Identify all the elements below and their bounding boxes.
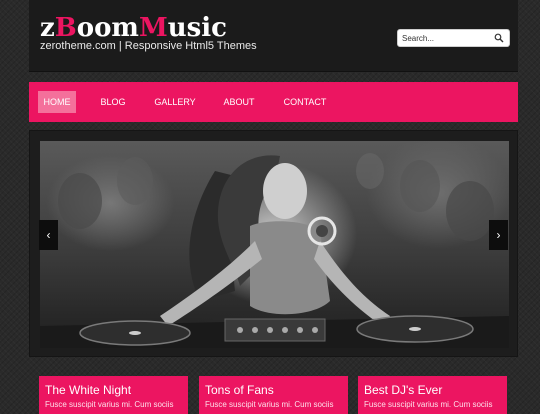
search-input[interactable] xyxy=(402,31,494,45)
image-slider xyxy=(29,130,518,357)
logo-letter-m: M xyxy=(138,13,168,43)
feature-box-title[interactable]: Tons of Fans xyxy=(205,383,342,397)
logo-letter-z: z xyxy=(40,13,55,43)
logo-letter-b: B xyxy=(54,13,77,43)
chevron-left-icon: ‹ xyxy=(46,228,51,242)
feature-box: The White Night Fusce suscipit varius mi… xyxy=(39,376,188,414)
site-header: zBoomMusic zerotheme.com | Responsive Ht… xyxy=(29,0,518,72)
site-logo[interactable]: zBoomMusic xyxy=(40,14,227,42)
nav-item-gallery[interactable]: GALLERY xyxy=(153,91,197,113)
feature-box-text: Fusce suscipit varius mi. Cum sociis xyxy=(205,400,334,409)
slider-next-button[interactable]: › xyxy=(489,220,508,250)
slide-image[interactable] xyxy=(40,141,509,348)
slider-prev-button[interactable]: ‹ xyxy=(39,220,58,250)
search-icon[interactable] xyxy=(494,33,504,43)
feature-box-text: Fusce suscipit varius mi. Cum sociis xyxy=(364,400,493,409)
site-tagline: zerotheme.com | Responsive Html5 Themes xyxy=(40,40,257,52)
feature-box: Tons of Fans Fusce suscipit varius mi. C… xyxy=(199,376,348,414)
logo-text-oom: oom xyxy=(76,13,139,43)
feature-box-text: Fusce suscipit varius mi. Cum sociis xyxy=(45,400,174,409)
feature-box-title[interactable]: Best DJ's Ever xyxy=(364,383,501,397)
nav-item-blog[interactable]: BLOG xyxy=(96,91,130,113)
nav-item-home[interactable]: HOME xyxy=(38,91,76,113)
chevron-right-icon: › xyxy=(496,228,501,242)
search-box xyxy=(397,29,510,47)
logo-text-usic: usic xyxy=(167,13,227,43)
page: zBoomMusic zerotheme.com | Responsive Ht… xyxy=(29,0,518,414)
dj-photo xyxy=(40,153,509,348)
nav-item-contact[interactable]: CONTACT xyxy=(282,91,328,113)
nav-item-about[interactable]: ABOUT xyxy=(222,91,256,113)
main-nav: HOME BLOG GALLERY ABOUT CONTACT xyxy=(29,82,518,122)
feature-box-title[interactable]: The White Night xyxy=(45,383,182,397)
feature-box: Best DJ's Ever Fusce suscipit varius mi.… xyxy=(358,376,507,414)
